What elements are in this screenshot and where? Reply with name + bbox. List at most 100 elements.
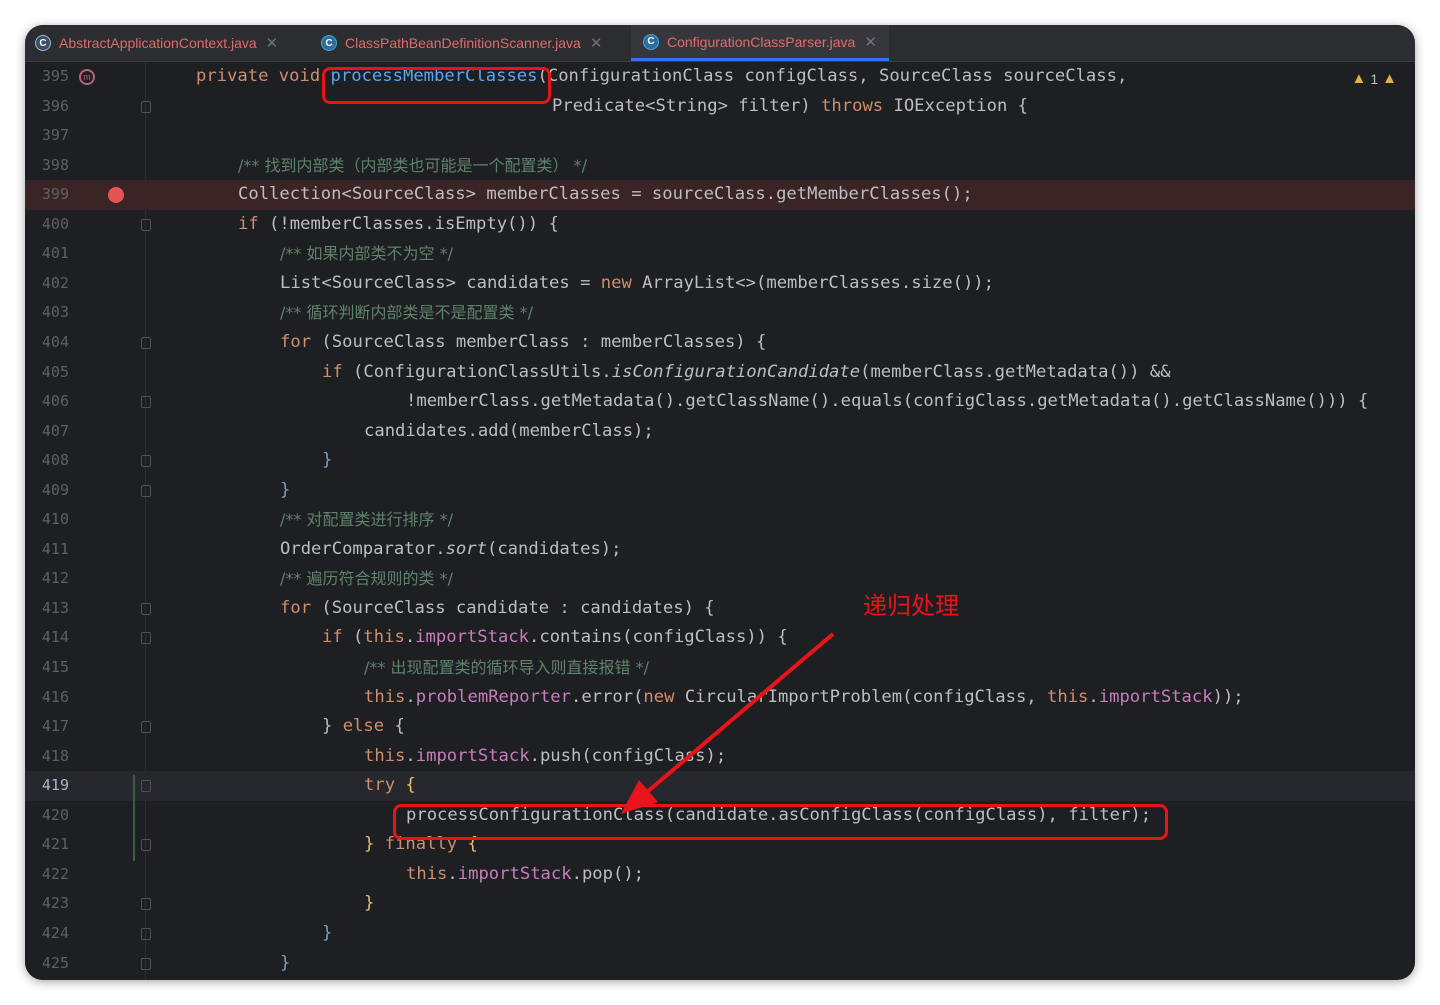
code-comment: /** 遍历符合规则的类 */ [280,569,453,589]
tab-abstract-application-context[interactable]: C AbstractApplicationContext.java ✕ [35,25,278,61]
change-marker [133,775,135,861]
fold-icon[interactable] [141,780,151,793]
code-line: 416 this.problemReporter.error(new Circu… [25,683,1415,713]
code-line: 400 if (!memberClasses.isEmpty()) { [25,210,1415,240]
annotation-label: 递归处理 [863,592,959,620]
code-line: 407 candidates.add(memberClass); [25,417,1415,447]
fold-icon[interactable] [141,898,151,911]
line-number: 407 [41,421,69,440]
line-number: 410 [41,510,69,529]
code-comment: /** 出现配置类的循环导入则直接报错 */ [364,658,649,677]
code-line: 396 Predicate<String> filter) throws IOE… [25,92,1415,122]
line-number: 423 [41,894,69,913]
code-line: 395 m private void processMemberClasses(… [25,62,1415,92]
code-line: 411 OrderComparator.sort(candidates); [25,535,1415,565]
code-line: 398 /** 找到内部类（内部类也可能是一个配置类） */ [25,151,1415,181]
code-line: 397 [25,121,1415,151]
code-comment: /** 如果内部类不为空 */ [280,244,453,264]
fold-icon[interactable] [141,100,151,113]
line-number: 395 [41,67,69,85]
fold-icon[interactable] [141,455,151,468]
code-line: 412 /** 遍历符合规则的类 */ [25,564,1415,594]
line-number: 419 [41,776,69,795]
code-text: Collection<SourceClass> memberClasses = … [238,184,973,205]
code-comment: /** 找到内部类（内部类也可能是一个配置类） */ [238,155,587,175]
code-text: } [364,893,375,914]
code-line: 401 /** 如果内部类不为空 */ [25,239,1415,269]
fold-icon[interactable] [141,927,151,940]
method-override-icon[interactable]: m [79,69,95,85]
code-text: try { [364,775,416,796]
fold-icon[interactable] [141,602,151,615]
code-line-breakpoint: 399 Collection<SourceClass> memberClasse… [25,180,1415,210]
code-line: 406 !memberClass.getMetadata().getClassN… [25,387,1415,417]
code-text: for (SourceClass memberClass : memberCla… [280,331,767,352]
line-number: 403 [41,303,69,322]
abstract-class-icon: C [35,35,51,51]
code-text: } [280,952,291,973]
fold-icon[interactable] [141,396,151,409]
code-text: this.importStack.pop(); [406,863,645,884]
tab-classpath-bean-definition-scanner[interactable]: C ClassPathBeanDefinitionScanner.java ✕ [321,25,602,61]
recursive-call-highlight [393,804,1168,840]
fold-icon[interactable] [141,484,151,497]
code-line: 408 } [25,446,1415,476]
fold-icon[interactable] [141,632,151,645]
code-line-current: 419 try { [25,771,1415,801]
close-icon[interactable]: ✕ [590,34,603,52]
line-number: 412 [41,569,69,588]
tab-configuration-class-parser[interactable]: C ConfigurationClassParser.java ✕ [631,25,889,61]
line-number: 425 [41,953,69,972]
line-number: 404 [41,332,69,351]
line-number: 396 [41,96,69,115]
close-icon[interactable]: ✕ [266,34,279,52]
line-number: 424 [41,923,69,942]
line-number: 402 [41,273,69,292]
class-icon: C [321,35,337,51]
fold-icon[interactable] [141,336,151,349]
line-number: 400 [41,214,69,233]
line-number: 420 [41,805,69,824]
code-line: 413 for (SourceClass candidate : candida… [25,594,1415,624]
code-line: 410 /** 对配置类进行排序 */ [25,505,1415,535]
code-text: } [280,479,291,500]
breakpoint-icon[interactable] [108,187,124,204]
line-number: 405 [41,362,69,381]
code-line: 415 /** 出现配置类的循环导入则直接报错 */ [25,653,1415,683]
tab-label: ConfigurationClassParser.java [667,33,856,50]
code-text: } else { [322,716,405,737]
fold-icon[interactable] [141,839,151,852]
code-text: !memberClass.getMetadata().getClassName(… [406,391,1369,412]
code-comment: /** 对配置类进行排序 */ [280,510,453,530]
code-text: List<SourceClass> candidates = new Array… [280,272,994,293]
close-icon[interactable]: ✕ [864,33,877,51]
line-number: 399 [41,185,69,204]
code-line: 405 if (ConfigurationClassUtils.isConfig… [25,358,1415,388]
code-line: 418 this.importStack.push(configClass); [25,742,1415,772]
fold-icon[interactable] [141,218,151,231]
code-line: 414 if (this.importStack.contains(config… [25,623,1415,653]
line-number: 411 [41,539,69,558]
code-comment: /** 循环判断内部类是不是配置类 */ [280,303,533,323]
code-line: 424 } [25,919,1415,949]
line-number: 414 [41,628,69,647]
fold-icon[interactable] [141,721,151,734]
code-text: this.problemReporter.error(new CircularI… [364,686,1244,707]
line-number: 413 [41,598,69,617]
line-number: 397 [41,126,69,145]
editor-tab-bar: C AbstractApplicationContext.java ✕ C Cl… [25,25,1415,62]
line-number: 418 [41,746,69,765]
tab-label: ClassPathBeanDefinitionScanner.java [345,35,581,51]
fold-icon[interactable] [141,957,151,970]
code-text: this.importStack.push(configClass); [364,745,727,766]
line-number: 406 [41,392,69,411]
code-text: if (this.importStack.contains(configClas… [322,627,788,648]
code-editor[interactable]: ▲ 1 ▲ 395 m private void processMemberCl… [25,62,1415,980]
code-text: if (!memberClasses.isEmpty()) { [238,213,559,234]
line-number: 401 [41,244,69,263]
line-number: 415 [41,658,69,676]
code-line: 403 /** 循环判断内部类是不是配置类 */ [25,298,1415,328]
line-number: 409 [41,480,69,499]
tab-label: AbstractApplicationContext.java [59,35,257,51]
code-line: 425 } [25,949,1415,979]
